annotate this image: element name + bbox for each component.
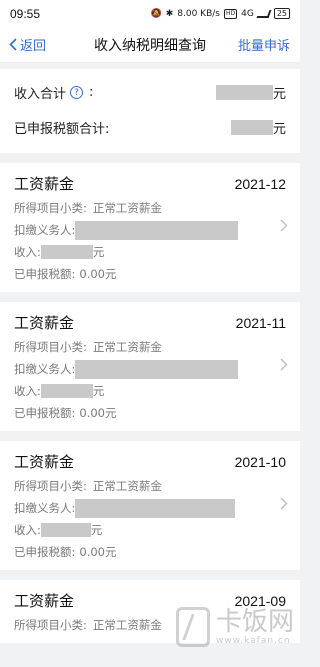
- redacted-value: [40, 245, 93, 259]
- tax-value: 0.00元: [79, 545, 117, 559]
- income-total-label: 收入合计: [14, 87, 67, 102]
- watermark-logo-icon: [175, 607, 210, 647]
- net-speed: 8.00 KB/s: [177, 8, 220, 19]
- tax-label: 已申报税额:: [14, 406, 76, 420]
- help-icon[interactable]: ?: [70, 86, 84, 99]
- status-icons: 🔕 ✱ 8.00 KB/s HD 4G 25: [150, 8, 290, 19]
- net-type: 4G: [241, 8, 254, 19]
- tax-total-unit: 元: [272, 122, 286, 137]
- withholder-label: 扣缴义务人:: [14, 223, 76, 237]
- status-time: 09:55: [10, 6, 41, 21]
- subcategory-value: 正常工资薪金: [92, 201, 162, 215]
- subcategory-label: 所得项目小类:: [14, 201, 87, 215]
- tax-label: 已申报税额:: [14, 267, 76, 281]
- record-title: 工资薪金: [14, 175, 75, 193]
- watermark-name: 卡饭网: [215, 607, 294, 637]
- redacted-value: [75, 359, 239, 379]
- income-unit: 元: [92, 384, 105, 398]
- redacted-value: [215, 85, 273, 100]
- record-title: 工资薪金: [14, 592, 75, 610]
- record-date: 2021-10: [234, 454, 286, 470]
- batch-appeal-button[interactable]: 批量申诉: [238, 35, 290, 54]
- redacted-value: [230, 120, 273, 135]
- chevron-right-icon: [280, 219, 288, 232]
- income-label: 收入:: [14, 384, 41, 398]
- battery-icon: 25: [273, 8, 290, 19]
- status-bar: 09:55 🔕 ✱ 8.00 KB/s HD 4G 25: [0, 0, 300, 27]
- redacted-value: [75, 220, 239, 240]
- income-total-colon: :: [89, 85, 94, 100]
- redacted-value: [40, 384, 93, 398]
- record-card-3[interactable]: 工资薪金 2021-10 所得项目小类: 正常工资薪金 扣缴义务人: 收入: 元 已…: [0, 441, 300, 570]
- withholder-label: 扣缴义务人:: [14, 362, 76, 376]
- signal-icon: [256, 9, 272, 18]
- watermark-url: www.kafan.cn: [215, 636, 291, 646]
- record-card-1[interactable]: 工资薪金 2021-12 所得项目小类: 正常工资薪金 扣缴义务人: 收入: 元 已…: [0, 163, 300, 292]
- tax-total-row: 已申报税额合计: 元: [14, 110, 286, 145]
- income-unit: 元: [90, 523, 103, 537]
- income-label: 收入:: [14, 245, 41, 259]
- subcategory-value: 正常工资薪金: [92, 340, 162, 354]
- chevron-right-icon: [280, 497, 288, 510]
- subcategory-label: 所得项目小类:: [14, 618, 87, 632]
- redacted-value: [40, 523, 91, 537]
- tax-value: 0.00元: [79, 406, 117, 420]
- record-date: 2021-12: [234, 176, 286, 192]
- chevron-left-icon: [9, 38, 17, 51]
- watermark: 卡饭网 www.kafan.cn: [175, 607, 294, 647]
- record-date: 2021-11: [235, 315, 286, 331]
- record-card-2[interactable]: 工资薪金 2021-11 所得项目小类: 正常工资薪金 扣缴义务人: 收入: 元 已…: [0, 302, 300, 431]
- summary-panel: 收入合计 ? : 元 已申报税额合计: 元: [0, 69, 300, 153]
- income-label: 收入:: [14, 523, 41, 537]
- withholder-label: 扣缴义务人:: [14, 501, 76, 515]
- hd-badge: HD: [223, 8, 238, 19]
- subcategory-value: 正常工资薪金: [92, 618, 162, 632]
- back-button[interactable]: 返回: [0, 35, 46, 54]
- record-title: 工资薪金: [14, 314, 75, 332]
- subcategory-value: 正常工资薪金: [92, 479, 162, 493]
- mute-icon: 🔕: [150, 8, 162, 19]
- tax-value: 0.00元: [79, 267, 117, 281]
- income-total-row: 收入合计 ? : 元: [14, 75, 286, 110]
- back-label: 返回: [20, 39, 47, 54]
- tax-label: 已申报税额:: [14, 545, 76, 559]
- nav-bar: 返回 收入纳税明细查询 批量申诉: [0, 27, 300, 63]
- bluetooth-icon: ✱: [165, 8, 174, 19]
- chevron-right-icon: [280, 358, 288, 371]
- tax-total-label: 已申报税额合计:: [14, 122, 110, 137]
- income-unit: 元: [92, 245, 105, 259]
- subcategory-label: 所得项目小类:: [14, 479, 87, 493]
- record-title: 工资薪金: [14, 453, 75, 471]
- redacted-value: [75, 498, 236, 518]
- subcategory-label: 所得项目小类:: [14, 340, 87, 354]
- income-total-unit: 元: [272, 87, 286, 102]
